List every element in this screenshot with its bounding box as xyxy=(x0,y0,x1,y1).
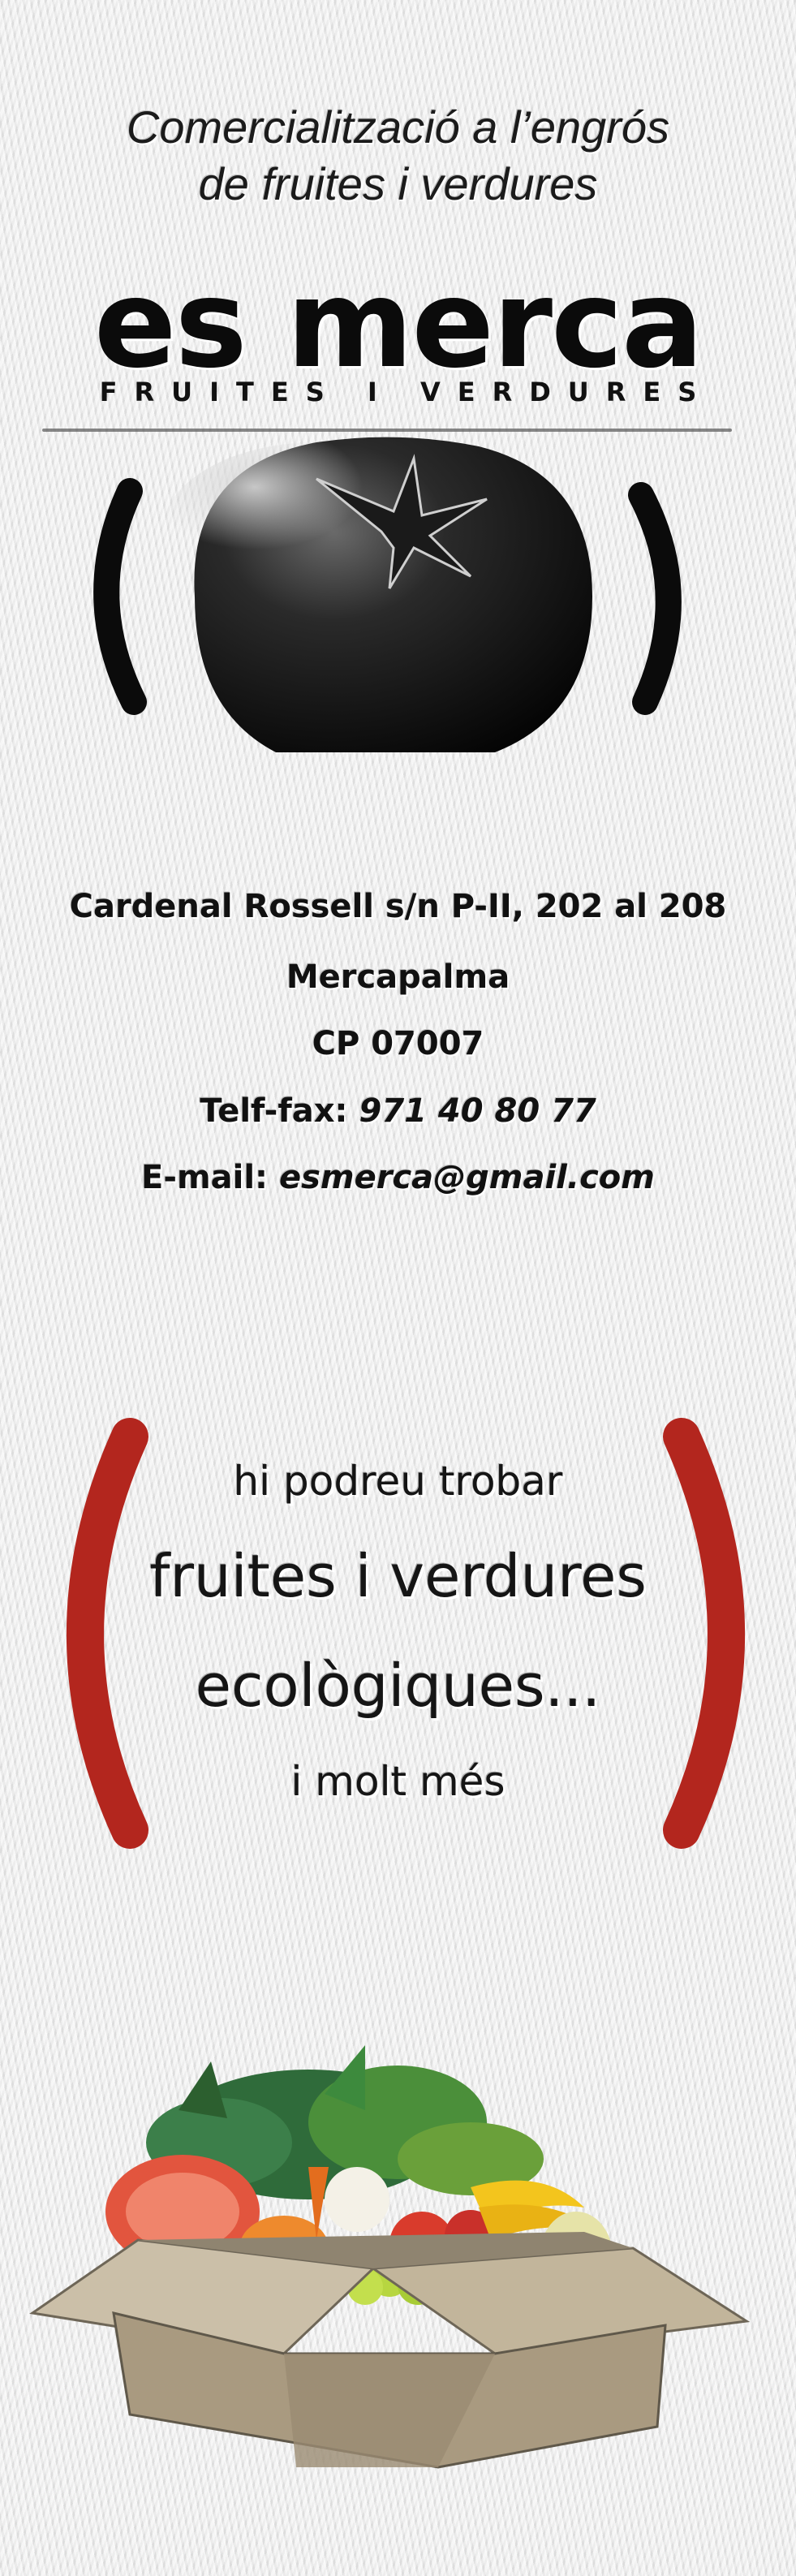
contact-city: Mercapalma xyxy=(286,958,510,996)
promo-line-1: hi podreu trobar xyxy=(233,1458,563,1505)
brand-logo-text: es merca xyxy=(93,254,703,395)
produce-box-icon xyxy=(29,2045,751,2469)
contact-postcode: CP 07007 xyxy=(312,1025,484,1062)
promo-line-2: fruites i verdures xyxy=(149,1542,647,1610)
phone-value[interactable]: 971 40 80 77 xyxy=(359,1092,596,1130)
contact-address: Cardenal Rossell s/n P-II, 202 al 208 xyxy=(69,888,727,925)
tomato-emblem xyxy=(73,434,722,755)
contact-phone: Telf-fax: 971 40 80 77 xyxy=(0,1092,796,1131)
header-divider xyxy=(42,429,732,432)
cardboard-box xyxy=(29,2232,751,2469)
email-value[interactable]: esmerca@gmail.com xyxy=(279,1159,655,1196)
tomato-icon xyxy=(93,437,682,752)
contact-email: E-mail: esmerca@gmail.com xyxy=(0,1158,796,1197)
email-label: E-mail: xyxy=(141,1159,269,1196)
tagline-line-2: de fruites i verdures xyxy=(198,158,598,209)
right-bracket xyxy=(628,482,682,715)
left-bracket xyxy=(93,478,147,715)
tagline-line-1: Comercialització a l’engrós xyxy=(126,101,670,153)
phone-label: Telf-fax: xyxy=(200,1092,348,1130)
promo-line-3: ecològiques... xyxy=(195,1652,601,1720)
promo-line-4: i molt més xyxy=(290,1758,506,1805)
produce-box xyxy=(16,2045,779,2483)
brand-subtitle: FRUITES I VERDURES xyxy=(99,377,714,407)
